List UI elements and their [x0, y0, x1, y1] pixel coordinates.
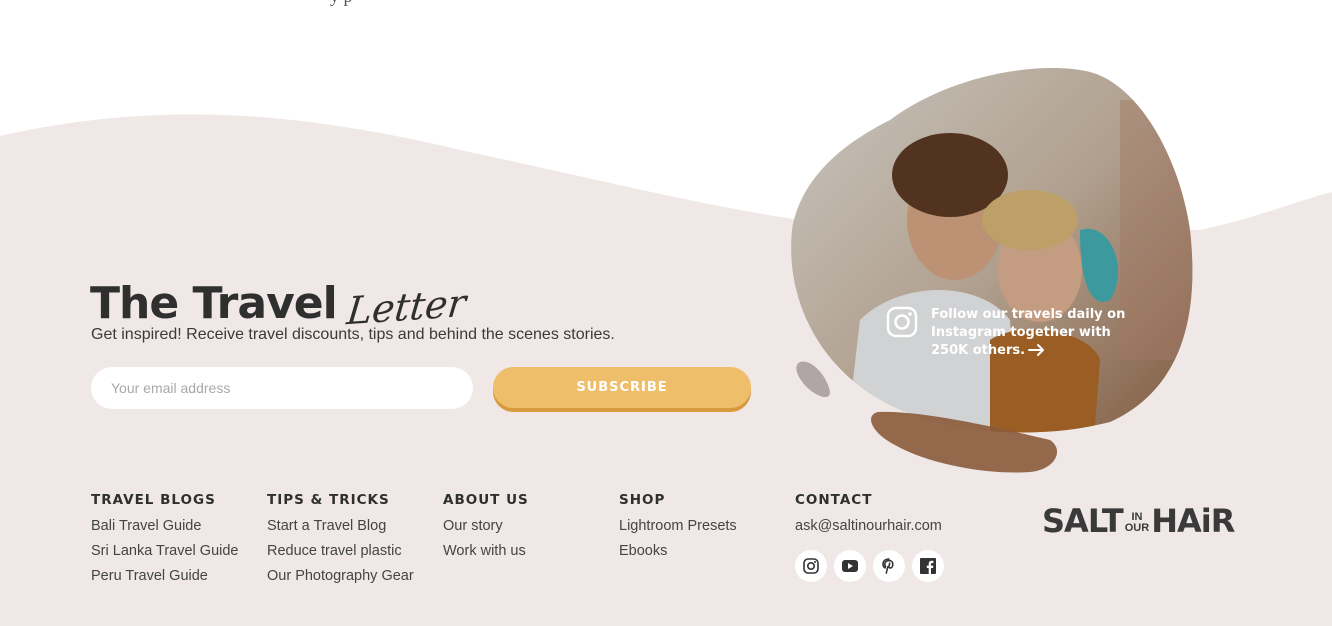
footer-link[interactable]: Lightroom Presets [619, 514, 737, 539]
col-heading: CONTACT [795, 492, 873, 508]
col-heading: ABOUT US [443, 492, 529, 508]
arrow-right-icon[interactable] [1028, 343, 1046, 357]
logo-salt: SALT [1042, 502, 1124, 540]
logo-in-our: IN OUR [1125, 512, 1149, 534]
col-heading: TIPS & TRICKS [267, 492, 390, 508]
footer-col-contact: CONTACT ask@saltinourhair.com [795, 492, 942, 539]
footer-col-travel-blogs: TRAVEL BLOGS Bali Travel Guide Sri Lanka… [91, 492, 239, 589]
footer-link[interactable]: Work with us [443, 539, 529, 564]
instagram-icon [803, 558, 819, 574]
facebook-icon [920, 558, 936, 574]
footer-link[interactable]: Our story [443, 514, 529, 539]
footer-link[interactable]: Start a Travel Blog [267, 514, 414, 539]
social-facebook-button[interactable] [912, 550, 944, 582]
footer-link[interactable]: Reduce travel plastic [267, 539, 414, 564]
title-script: Letter [344, 280, 468, 334]
social-youtube-button[interactable] [834, 550, 866, 582]
youtube-icon [842, 560, 858, 572]
logo-hair: HAiR [1151, 502, 1235, 540]
social-instagram-button[interactable] [795, 550, 827, 582]
email-field[interactable] [91, 367, 473, 409]
instagram-photo[interactable] [780, 60, 1200, 490]
footer-col-shop: SHOP Lightroom Presets Ebooks [619, 492, 737, 564]
social-pinterest-button[interactable] [873, 550, 905, 582]
instagram-icon[interactable] [886, 306, 918, 338]
footer-link[interactable]: Peru Travel Guide [91, 564, 239, 589]
footer-link[interactable]: Ebooks [619, 539, 737, 564]
site-logo[interactable]: SALT IN OUR HAiR [1042, 502, 1235, 540]
footer-link[interactable]: Bali Travel Guide [91, 514, 239, 539]
col-heading: TRAVEL BLOGS [91, 492, 216, 508]
newsletter-title: The Travel Letter [90, 262, 468, 334]
contact-email-link[interactable]: ask@saltinourhair.com [795, 514, 942, 539]
pinterest-icon [882, 558, 894, 574]
footer-link[interactable]: Sri Lanka Travel Guide [91, 539, 239, 564]
title-main: The Travel [90, 278, 338, 329]
col-heading: SHOP [619, 492, 666, 508]
cropped-text: y p [330, 0, 353, 7]
footer-col-about: ABOUT US Our story Work with us [443, 492, 529, 564]
footer-link[interactable]: Our Photography Gear [267, 564, 414, 589]
subscribe-button[interactable]: SUBSCRIBE [493, 367, 751, 408]
footer-col-tips: TIPS & TRICKS Start a Travel Blog Reduce… [267, 492, 414, 589]
logo-our: OUR [1124, 522, 1150, 534]
newsletter-subtitle: Get inspired! Receive travel discounts, … [91, 326, 615, 343]
